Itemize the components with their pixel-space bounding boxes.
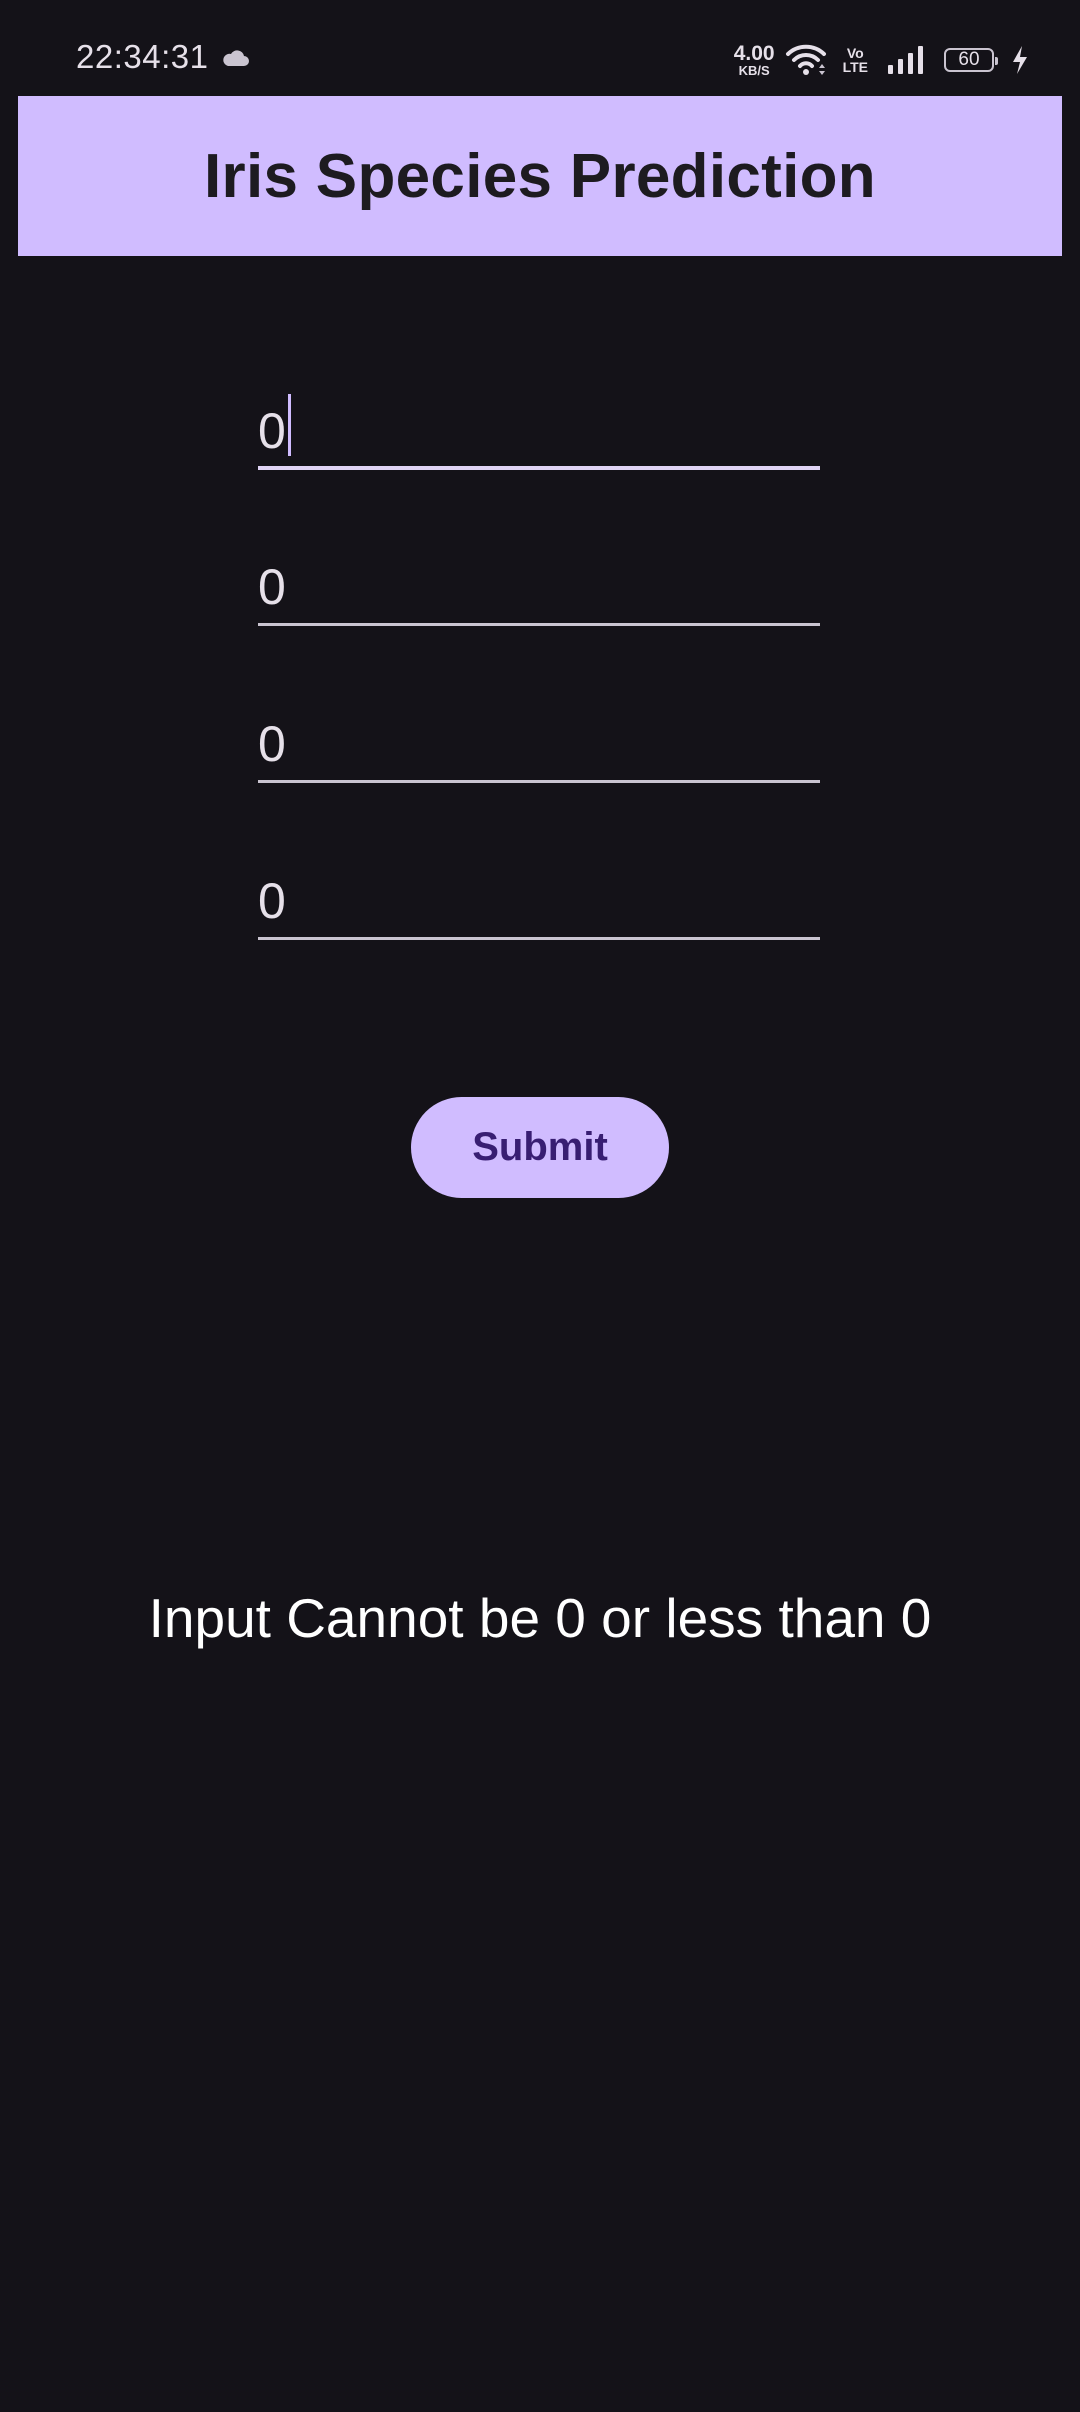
input-field-2-underline: [258, 623, 820, 626]
volte-bottom: LTE: [842, 59, 868, 75]
charging-bolt-icon: [1013, 46, 1027, 74]
app-bar: Iris Species Prediction: [18, 96, 1062, 256]
network-speed: 4.00 KB/S: [734, 43, 775, 77]
cloud-icon: [223, 50, 249, 66]
input-field-1-value-wrap: 0: [258, 394, 291, 456]
signal-icon: [888, 46, 923, 74]
input-field-4-value-wrap: 0: [258, 876, 286, 926]
network-speed-unit: KB/S: [738, 63, 770, 78]
wifi-icon: [785, 44, 826, 75]
page-title: Iris Species Prediction: [204, 141, 876, 211]
input-field-1-underline: [258, 466, 820, 470]
validation-message: Input Cannot be 0 or less than 0: [148, 1587, 932, 1649]
input-field-2-value-wrap: 0: [258, 562, 286, 612]
input-field-3-value-wrap: 0: [258, 719, 286, 769]
input-field-1[interactable]: 0: [258, 390, 820, 470]
volte-icon: Vo LTE: [843, 46, 868, 74]
status-bar: 22:34:31 4.00 KB/S Vo LTE 60: [0, 0, 1080, 95]
input-field-3-underline: [258, 780, 820, 783]
battery-icon: 60: [944, 48, 998, 72]
battery-level: 60: [958, 49, 980, 70]
input-field-4-underline: [258, 937, 820, 940]
text-cursor: [287, 394, 291, 456]
input-field-3[interactable]: 0: [258, 703, 820, 783]
input-field-1-value: 0: [258, 403, 286, 459]
input-field-2[interactable]: 0: [258, 546, 820, 626]
input-field-4[interactable]: 0: [258, 860, 820, 940]
input-field-4-value: 0: [258, 873, 286, 929]
status-time: 22:34:31: [76, 38, 209, 75]
submit-button[interactable]: Submit: [411, 1097, 669, 1198]
network-speed-value: 4.00: [733, 42, 775, 65]
status-icons: 4.00 KB/S Vo LTE 60: [734, 40, 1030, 80]
volte-top: Vo: [846, 45, 864, 61]
input-field-3-value: 0: [258, 716, 286, 772]
input-field-2-value: 0: [258, 559, 286, 615]
